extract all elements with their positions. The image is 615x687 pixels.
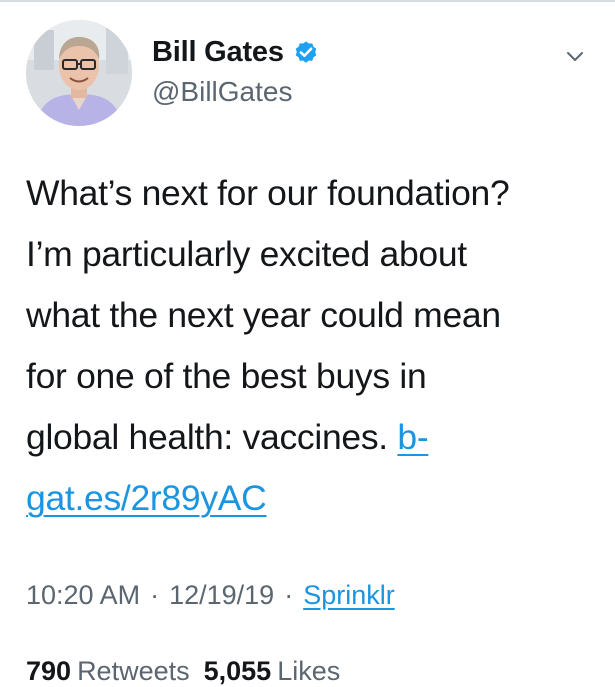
retweets-label: Retweets	[77, 656, 190, 686]
tweet-text-line: gat.es/2r89yAC	[26, 468, 601, 529]
tweet-text-line: What’s next for our foundation?	[26, 173, 510, 213]
tweet-text: What’s next for our foundation? I’m part…	[26, 163, 601, 529]
chevron-down-icon[interactable]	[560, 42, 590, 72]
tweet-text-fragment: global health: vaccines.	[26, 417, 398, 457]
tweet-stats: 790 Retweets 5,055 Likes	[26, 656, 340, 687]
tweet-date[interactable]: 12/19/19	[169, 580, 274, 611]
display-name[interactable]: Bill Gates	[152, 36, 284, 69]
tweet-link-continued[interactable]: gat.es/2r89yAC	[26, 478, 267, 518]
tweet-text-line: what the next year could mean	[26, 295, 501, 335]
tweet-source-link[interactable]: Sprinklr	[303, 580, 395, 611]
separator-dot: ·	[284, 580, 294, 610]
tweet-text-line: for one of the best buys in	[26, 356, 427, 396]
likes-count-link[interactable]: 5,055 Likes	[204, 656, 341, 687]
tweet-time[interactable]: 10:20 AM	[26, 580, 140, 611]
separator-dot: ·	[150, 580, 160, 610]
tweet-link[interactable]: b-	[397, 417, 428, 457]
tweet-text-line: global health: vaccines. b-	[26, 407, 601, 468]
tweet-metadata: 10:20 AM · 12/19/19 · Sprinklr	[26, 580, 395, 611]
retweets-count: 790	[26, 656, 72, 686]
author-name-row: Bill Gates	[152, 34, 320, 70]
retweets-count-link[interactable]: 790 Retweets	[26, 656, 190, 687]
likes-label: Likes	[277, 656, 341, 686]
author-handle[interactable]: @BillGates	[152, 76, 292, 108]
verified-badge-icon	[292, 38, 320, 66]
tweet-header: Bill Gates @BillGates	[0, 0, 615, 140]
profile-photo-icon	[26, 20, 132, 126]
tweet-text-line: I’m particularly excited about	[26, 234, 467, 274]
likes-count: 5,055	[203, 656, 272, 686]
avatar[interactable]	[26, 20, 132, 126]
